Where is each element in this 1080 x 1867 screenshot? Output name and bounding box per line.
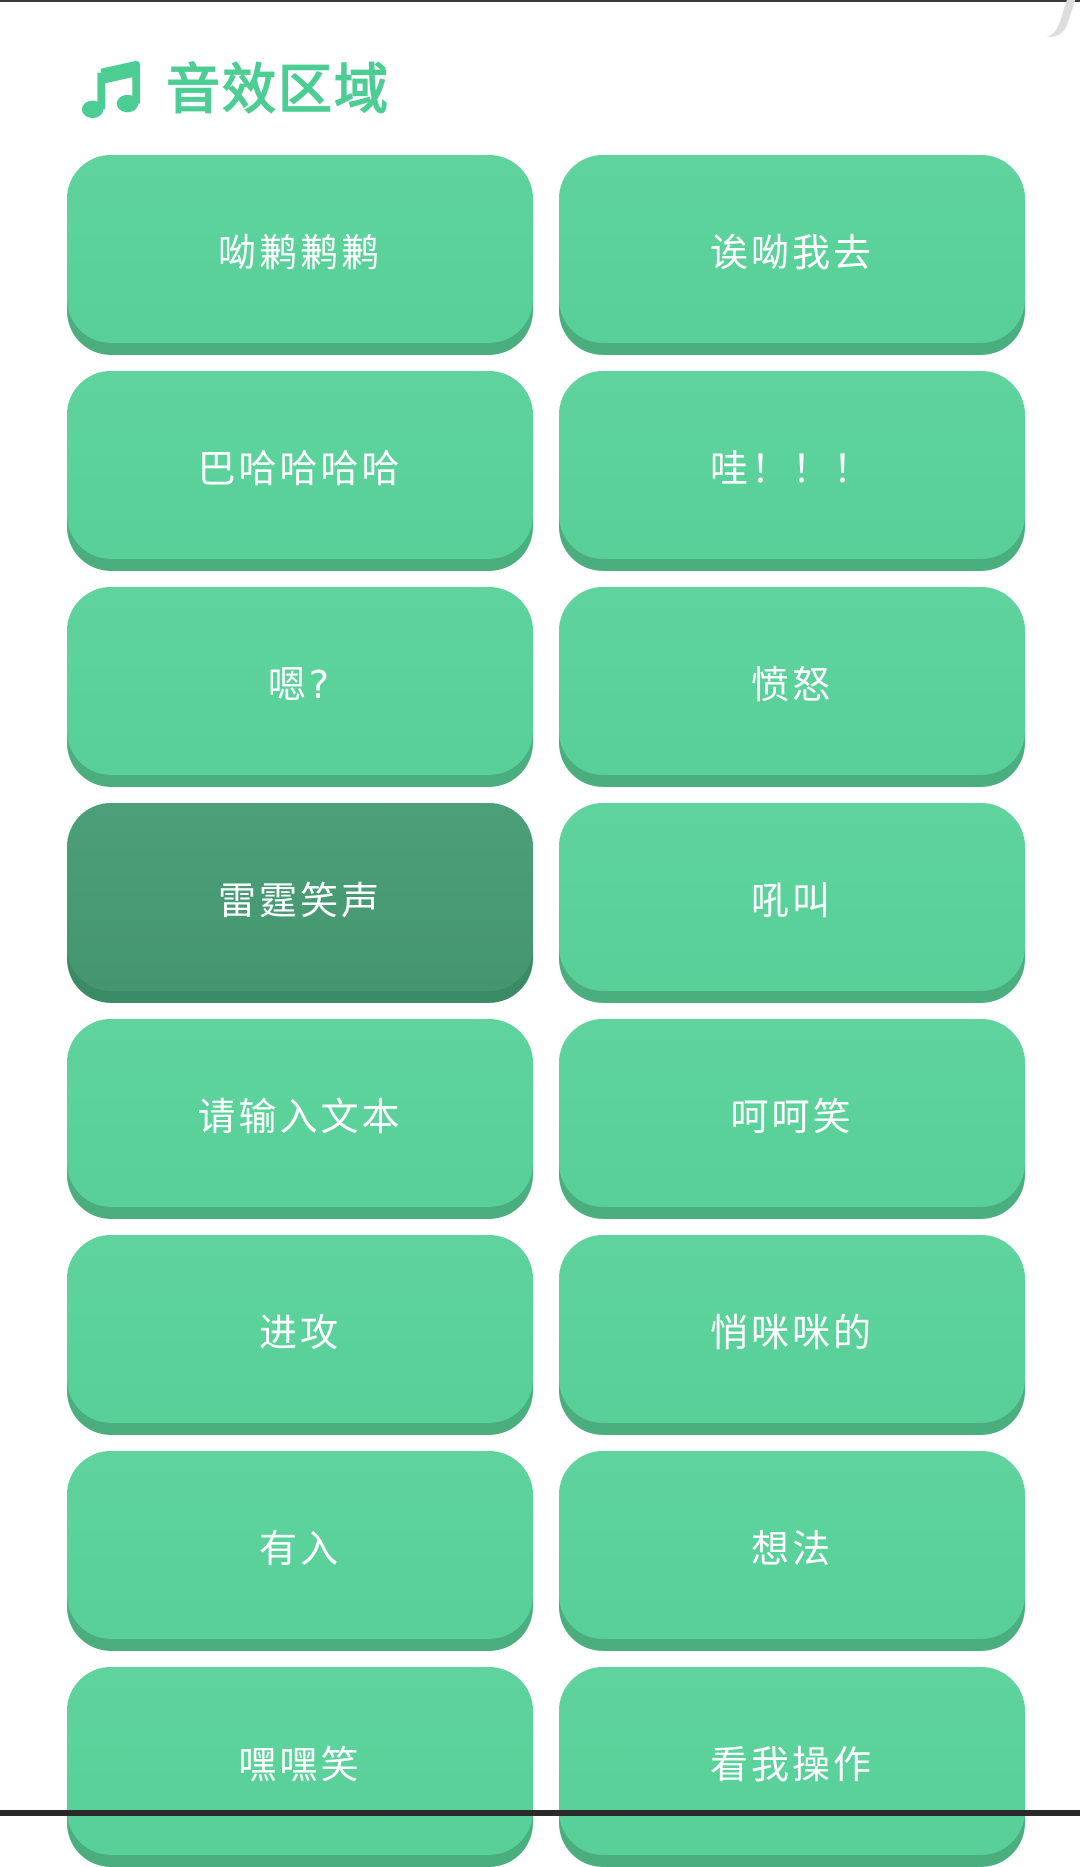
top-edge (0, 0, 1080, 2)
sound-button-label: 想法 (750, 1526, 833, 1571)
sound-button[interactable]: 巴哈哈哈哈 (67, 371, 533, 571)
sound-button[interactable]: 嗯? (67, 587, 533, 787)
sound-button-label: 呦鹣鹣鹣 (217, 230, 382, 275)
sound-button-label: 诶呦我去 (709, 230, 874, 275)
sound-button-label: 嘿嘿笑 (238, 1742, 362, 1787)
sound-button[interactable]: 愤怒 (559, 587, 1025, 787)
sound-effect-grid: 呦鹣鹣鹣 诶呦我去 巴哈哈哈哈 哇！！！ 嗯? 愤怒 雷霆笑声 吼叫 请输入文本… (67, 155, 1025, 1867)
sound-button-label: 嗯? (267, 662, 333, 707)
section-header: 音效区域 (78, 50, 390, 130)
sound-button-label: 愤怒 (750, 662, 833, 707)
sound-button[interactable]: 有入 (67, 1451, 533, 1651)
sound-button-label: 呵呵笑 (730, 1094, 854, 1139)
sound-button[interactable]: 呵呵笑 (559, 1019, 1025, 1219)
sound-button-label: 雷霆笑声 (217, 878, 382, 923)
sound-button[interactable]: 呦鹣鹣鹣 (67, 155, 533, 355)
sound-button[interactable]: 哇！！！ (559, 371, 1025, 571)
music-note-icon (78, 57, 144, 123)
sound-button-label: 进攻 (258, 1310, 341, 1355)
sound-button-label: 吼叫 (750, 878, 833, 923)
sound-button-label: 哇！！！ (709, 446, 874, 491)
section-title: 音效区域 (166, 58, 390, 121)
sound-button[interactable]: 悄咪咪的 (559, 1235, 1025, 1435)
sound-button-label: 看我操作 (709, 1742, 874, 1787)
sound-button[interactable]: 诶呦我去 (559, 155, 1025, 355)
sound-button-active[interactable]: 雷霆笑声 (67, 803, 533, 1003)
bottom-edge (0, 1810, 1080, 1816)
sound-button-label: 有入 (258, 1526, 341, 1571)
sound-button[interactable]: 嘿嘿笑 (67, 1667, 533, 1867)
sound-button-label: 巴哈哈哈哈 (197, 446, 403, 491)
sound-button[interactable]: 请输入文本 (67, 1019, 533, 1219)
sound-button[interactable]: 看我操作 (559, 1667, 1025, 1867)
sound-button-label: 请输入文本 (197, 1094, 403, 1139)
sound-button-label: 悄咪咪的 (709, 1310, 874, 1355)
sound-button[interactable]: 吼叫 (559, 803, 1025, 1003)
sound-button[interactable]: 想法 (559, 1451, 1025, 1651)
corner-mark (1019, 0, 1077, 42)
sound-button[interactable]: 进攻 (67, 1235, 533, 1435)
